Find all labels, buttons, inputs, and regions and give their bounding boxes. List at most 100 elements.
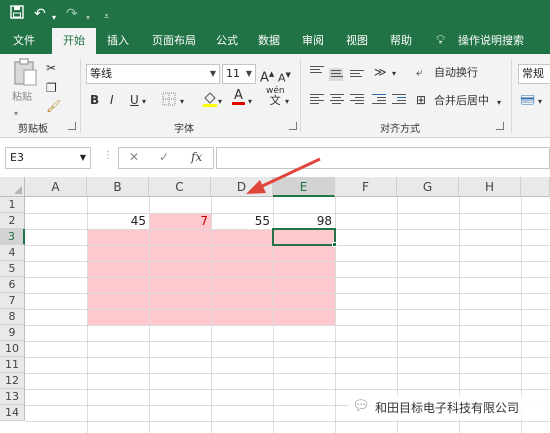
- font-size-value: 11: [226, 67, 240, 80]
- name-box[interactable]: E3 ▼: [5, 147, 91, 169]
- font-color-dropdown-icon[interactable]: ▾: [248, 94, 252, 110]
- row-header-10[interactable]: 10: [0, 341, 25, 357]
- merge-center-button[interactable]: 合并后居中: [434, 93, 489, 109]
- redo-dropdown-icon[interactable]: ▾: [86, 9, 90, 27]
- tab-data[interactable]: 数据: [252, 28, 286, 54]
- row-header-14[interactable]: 14: [0, 405, 25, 421]
- underline-button[interactable]: U: [130, 92, 139, 108]
- italic-button[interactable]: I: [110, 92, 114, 108]
- cancel-icon[interactable]: ✕: [129, 150, 139, 164]
- insert-function-icon[interactable]: fx: [191, 150, 202, 164]
- orientation-dropdown-icon[interactable]: ▾: [392, 66, 396, 82]
- phonetic-dropdown-icon[interactable]: ▾: [285, 94, 289, 110]
- align-right-icon[interactable]: [350, 94, 364, 106]
- format-painter-icon[interactable]: 🖌︎: [46, 98, 61, 114]
- select-all-button[interactable]: [0, 177, 25, 197]
- font-color-icon[interactable]: A: [232, 89, 245, 105]
- redo-icon[interactable]: ↷: [66, 5, 78, 23]
- align-middle-icon[interactable]: [329, 68, 343, 81]
- alignment-group-label: 对齐方式: [380, 124, 420, 135]
- column-header-g[interactable]: G: [397, 177, 459, 197]
- merge-center-dropdown-icon[interactable]: ▾: [497, 95, 501, 111]
- fill-handle[interactable]: [332, 242, 337, 247]
- row-header-7[interactable]: 7: [0, 293, 25, 309]
- tab-review[interactable]: 审阅: [296, 28, 330, 54]
- row-header-5[interactable]: 5: [0, 261, 25, 277]
- font-group-label: 字体: [174, 124, 194, 135]
- phonetic-button[interactable]: wén 文: [266, 86, 285, 106]
- tab-view[interactable]: 视图: [340, 28, 374, 54]
- increase-indent-icon[interactable]: [392, 94, 406, 106]
- cut-icon[interactable]: ✂: [46, 60, 56, 76]
- column-header-f[interactable]: F: [335, 177, 397, 197]
- column-header-b[interactable]: B: [87, 177, 149, 197]
- row-header-3[interactable]: 3: [0, 229, 25, 245]
- annotation-arrow-icon: [246, 157, 321, 194]
- undo-icon[interactable]: ↶: [34, 5, 46, 23]
- splitter-dots-icon[interactable]: ⋮: [103, 150, 113, 161]
- group-separator: [300, 60, 301, 132]
- chevron-down-icon: ▼: [209, 69, 216, 78]
- column-header-next[interactable]: [521, 177, 550, 197]
- font-size-box[interactable]: 11 ▼: [222, 64, 256, 84]
- column-header-c[interactable]: C: [149, 177, 211, 197]
- orientation-icon[interactable]: ≫: [374, 64, 387, 80]
- enter-icon[interactable]: ✓: [159, 150, 169, 164]
- tell-me-search[interactable]: 操作说明搜索: [458, 28, 524, 54]
- undo-dropdown-icon[interactable]: ▾: [52, 9, 56, 27]
- cell-c2[interactable]: 7: [149, 213, 211, 229]
- wrap-text-button[interactable]: 自动换行: [434, 65, 478, 81]
- merge-center-icon[interactable]: ⊞: [416, 92, 426, 108]
- align-center-icon[interactable]: [330, 94, 344, 106]
- accounting-dropdown-icon[interactable]: ▾: [538, 94, 542, 110]
- grow-font-button[interactable]: A▲: [260, 66, 274, 86]
- align-bottom-icon[interactable]: [350, 70, 364, 79]
- active-cell-e3[interactable]: [272, 228, 336, 246]
- row-header-2[interactable]: 2: [0, 213, 25, 229]
- font-launcher-icon[interactable]: [289, 122, 297, 130]
- row-header-9[interactable]: 9: [0, 325, 25, 341]
- wrap-text-icon[interactable]: ⤶: [416, 64, 423, 80]
- customize-qat-icon[interactable]: ⩡: [104, 8, 109, 26]
- tab-home[interactable]: 开始: [52, 28, 96, 56]
- tab-page-layout[interactable]: 页面布局: [144, 28, 204, 54]
- row-header-1[interactable]: 1: [0, 197, 25, 213]
- alignment-launcher-icon[interactable]: [496, 122, 504, 130]
- tab-formulas[interactable]: 公式: [210, 28, 244, 54]
- bold-button[interactable]: B: [90, 92, 99, 108]
- column-header-h[interactable]: H: [459, 177, 521, 197]
- column-header-a[interactable]: A: [25, 177, 87, 197]
- row-header-12[interactable]: 12: [0, 373, 25, 389]
- wechat-icon: 💬︎: [352, 398, 370, 414]
- number-format-value: 常规: [522, 67, 544, 80]
- group-separator: [80, 60, 81, 132]
- cell-b2[interactable]: 45: [87, 213, 149, 229]
- copy-icon[interactable]: ❐: [46, 80, 57, 96]
- borders-dropdown-icon[interactable]: ▾: [180, 94, 184, 110]
- cell-d2[interactable]: 55: [211, 213, 273, 229]
- row-header-6[interactable]: 6: [0, 277, 25, 293]
- fill-color-icon[interactable]: [202, 90, 218, 112]
- row-header-8[interactable]: 8: [0, 309, 25, 325]
- cell-e2[interactable]: 98: [273, 213, 335, 229]
- align-top-icon[interactable]: [310, 66, 324, 75]
- lightbulb-icon: 💡︎: [436, 33, 446, 48]
- number-format-box[interactable]: 常规: [518, 64, 550, 84]
- align-left-icon[interactable]: [310, 94, 324, 106]
- fill-color-dropdown-icon[interactable]: ▾: [218, 94, 222, 110]
- tab-insert[interactable]: 插入: [100, 28, 136, 54]
- borders-icon[interactable]: [162, 92, 176, 110]
- shrink-font-button[interactable]: A▼: [278, 67, 291, 87]
- row-header-4[interactable]: 4: [0, 245, 25, 261]
- save-icon[interactable]: [10, 5, 24, 24]
- chevron-down-icon: ▼: [245, 69, 252, 78]
- tab-file[interactable]: 文件: [6, 28, 42, 54]
- decrease-indent-icon[interactable]: [372, 94, 386, 106]
- clipboard-launcher-icon[interactable]: [68, 122, 76, 130]
- tab-help[interactable]: 帮助: [384, 28, 418, 54]
- font-name-box[interactable]: 等线 ▼: [86, 64, 220, 84]
- row-header-11[interactable]: 11: [0, 357, 25, 373]
- row-header-13[interactable]: 13: [0, 389, 25, 405]
- accounting-format-icon[interactable]: 💳︎: [520, 92, 535, 108]
- underline-dropdown-icon[interactable]: ▾: [142, 94, 146, 110]
